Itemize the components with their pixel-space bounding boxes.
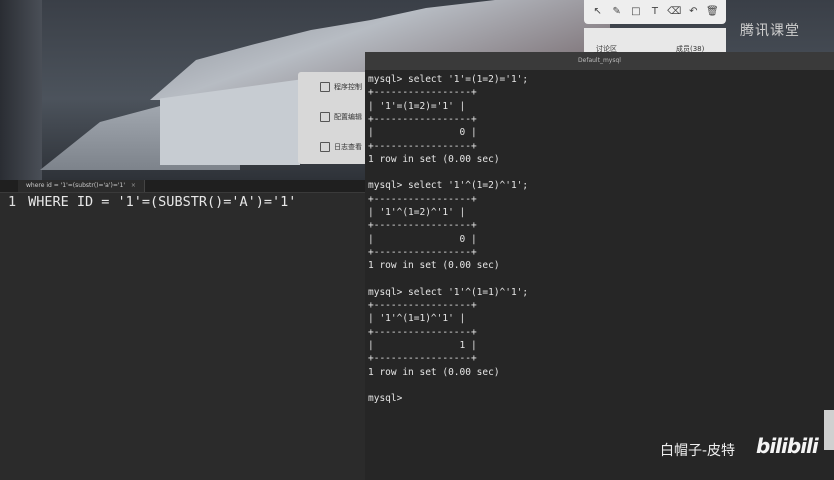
text-icon[interactable]: T [648, 5, 662, 19]
code-line[interactable]: 1 WHERE ID = '1'=(SUBSTR()='A')='1' [8, 194, 296, 210]
terminal-output-line: +-----------------+ [368, 246, 477, 258]
terminal-output-line: | 0 | [368, 233, 477, 245]
close-icon[interactable]: × [131, 182, 136, 189]
line-number: 1 [8, 194, 17, 210]
log-icon [320, 142, 330, 152]
terminal-output-line: | 1 | [368, 340, 477, 351]
rectangle-icon[interactable]: □ [629, 5, 643, 19]
chat-panel: 讨论区 成员(38) [584, 28, 726, 54]
undo-icon[interactable]: ↶ [686, 5, 700, 19]
terminal-output-line: +-----------------+ [368, 300, 477, 312]
terminal-output-line: 1 row in set (0.00 sec) [368, 260, 500, 272]
terminal-output-line: +-----------------+ [368, 87, 477, 99]
scrollbar-thumb[interactable] [824, 410, 834, 450]
terminal-prompt-line: mysql> [368, 393, 403, 405]
terminal-prompt-line: mysql> select '1'^(1=2)^'1'; [368, 180, 529, 192]
terminal-title: Default_mysql [365, 52, 834, 70]
desktop-dock-strip [0, 0, 42, 180]
terminal-window[interactable]: Default_mysql mysql> select '1'=(1=2)='1… [365, 52, 834, 480]
terminal-output-line: +-----------------+ [368, 326, 477, 338]
terminal-prompt-line: mysql> select '1'=(1=2)='1'; [368, 74, 529, 85]
side-item-log-view[interactable]: 日志查看 [298, 132, 368, 162]
terminal-output-line: +-----------------+ [368, 220, 477, 232]
pen-icon[interactable]: ✎ [610, 5, 624, 19]
terminal-output-line: | 0 | [368, 127, 477, 139]
editor-tab-bar: where id = '1'=(substr()='a')='1' × [0, 180, 368, 193]
code-text: WHERE ID = '1'=(SUBSTR()='A')='1' [28, 194, 297, 210]
terminal-output-line: +-----------------+ [368, 140, 477, 152]
bilibili-logo: bilibili [756, 434, 819, 458]
terminal-output-line: +-----------------+ [368, 353, 477, 365]
document-icon [320, 82, 330, 92]
side-item-config-edit[interactable]: 配置编辑 [298, 102, 368, 132]
terminal-prompt-line: mysql> select '1'^(1=1)^'1'; [368, 286, 529, 298]
terminal-output-line: 1 row in set (0.00 sec) [368, 366, 500, 378]
tab-members[interactable]: 成员(38) [676, 44, 704, 54]
tencent-classroom-logo: 腾讯课堂 [740, 23, 800, 39]
editor-tab-label: where id = '1'=(substr()='a')='1' [26, 182, 125, 189]
terminal-output-line: | '1'^(1=1)^'1' | [368, 313, 466, 325]
uploader-watermark: 白帽子-皮特 [660, 443, 736, 459]
terminal-output-line: +-----------------+ [368, 113, 477, 125]
active-tab-indicator [594, 52, 618, 53]
drawing-toolbar: ↖ ✎ □ T ⌫ ↶ 🗑 [584, 0, 726, 24]
terminal-output-line: 1 row in set (0.00 sec) [368, 153, 500, 165]
select-tool-icon[interactable]: ↖ [591, 5, 605, 19]
terminal-output-line: +-----------------+ [368, 193, 477, 205]
terminal-output-line: | '1'^(1=2)^'1' | [368, 207, 466, 218]
side-panel-menu: 程序控制 配置编辑 日志查看 [298, 72, 368, 164]
terminal-output-line: | '1'=(1=2)='1' | [368, 100, 466, 112]
eraser-icon[interactable]: ⌫ [667, 5, 681, 19]
delete-icon[interactable]: 🗑 [705, 5, 719, 19]
side-item-program-control[interactable]: 程序控制 [298, 72, 368, 102]
code-editor: where id = '1'=(substr()='a')='1' × 1 WHE… [0, 180, 368, 480]
settings-icon [320, 112, 330, 122]
editor-tab[interactable]: where id = '1'=(substr()='a')='1' × [18, 180, 145, 192]
